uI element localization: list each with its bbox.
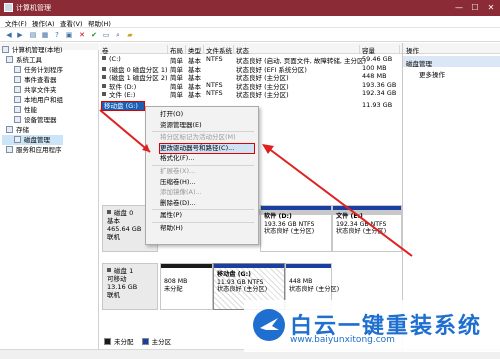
watermark-url: www.baiyunxitong.com <box>290 335 395 345</box>
watermark: 白云一键重装系统 www.baiyunxitong.com <box>244 300 500 352</box>
bird-logo-icon <box>253 309 285 341</box>
arrow-line-1 <box>99 109 151 153</box>
arrow-line-2 <box>267 147 413 257</box>
arrow-head-2 <box>262 144 274 154</box>
